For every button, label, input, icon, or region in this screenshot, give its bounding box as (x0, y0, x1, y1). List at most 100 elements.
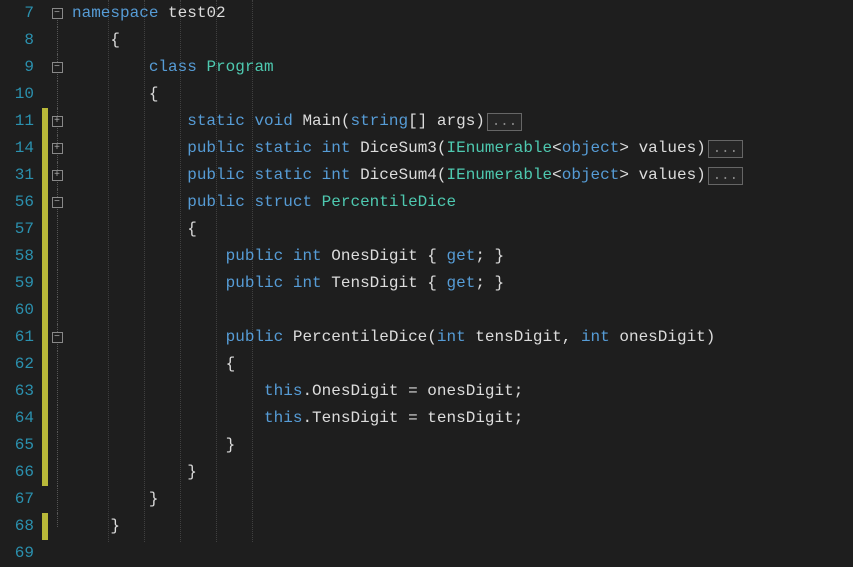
token-type: IEnumerable (447, 166, 553, 184)
line-number: 7 (0, 0, 34, 27)
line-number-column: 789101114315657585960616263646566676869 (0, 0, 42, 542)
code-line[interactable]: namespace test02 (66, 0, 853, 27)
token-punct: ) (696, 166, 706, 184)
code-content[interactable]: namespace test02 { class Program { stati… (66, 0, 853, 542)
line-number: 10 (0, 81, 34, 108)
code-line[interactable]: } (66, 459, 853, 486)
token-var: DiceSum4 (360, 166, 437, 184)
code-line[interactable]: public static int DiceSum3(IEnumerable<o… (66, 135, 853, 162)
token-punct: { (149, 85, 159, 103)
fold-cell (48, 351, 66, 378)
token-kw: get (447, 247, 476, 265)
code-line[interactable]: public int TensDigit { get; } (66, 270, 853, 297)
code-line[interactable]: { (66, 27, 853, 54)
token-punct: < (552, 166, 562, 184)
token-kw: public (187, 166, 245, 184)
code-editor[interactable]: 789101114315657585960616263646566676869 … (0, 0, 853, 542)
token-this: this (264, 409, 302, 427)
line-number: 65 (0, 432, 34, 459)
token-punct: < (552, 139, 562, 157)
token-var: values (639, 139, 697, 157)
token-punct: { (110, 31, 120, 49)
token-kw: public (226, 328, 284, 346)
fold-cell (48, 540, 66, 567)
line-number: 60 (0, 297, 34, 324)
code-line[interactable]: { (66, 216, 853, 243)
token-punct: ; } (475, 274, 504, 292)
token-punct: { (187, 220, 197, 238)
fold-cell (48, 270, 66, 297)
token-var: OnesDigit (331, 247, 417, 265)
fold-collapse-icon[interactable]: − (52, 8, 63, 19)
collapsed-region-icon[interactable]: ... (708, 140, 743, 158)
line-number: 64 (0, 405, 34, 432)
token-kw: public (187, 193, 245, 211)
token-var: Main (302, 112, 340, 130)
code-line[interactable]: this.OnesDigit = onesDigit; (66, 378, 853, 405)
token-kw: get (447, 274, 476, 292)
token-kw: int (293, 274, 322, 292)
token-kw: int (322, 139, 351, 157)
code-line[interactable]: } (66, 432, 853, 459)
line-number: 69 (0, 540, 34, 567)
fold-collapse-icon[interactable]: − (52, 62, 63, 73)
token-punct: = (408, 409, 418, 427)
line-number: 61 (0, 324, 34, 351)
code-line[interactable]: { (66, 81, 853, 108)
code-line[interactable]: this.TensDigit = tensDigit; (66, 405, 853, 432)
line-number: 63 (0, 378, 34, 405)
code-line[interactable]: public struct PercentileDice (66, 189, 853, 216)
line-number: 8 (0, 27, 34, 54)
code-line[interactable]: class Program (66, 54, 853, 81)
code-line[interactable]: } (66, 513, 853, 540)
code-line[interactable]: static void Main(string[] args)... (66, 108, 853, 135)
token-kw: public (187, 139, 245, 157)
collapsed-region-icon[interactable]: ... (708, 167, 743, 185)
token-punct: , (562, 328, 572, 346)
fold-collapse-icon[interactable]: − (52, 332, 63, 343)
token-kw: public (226, 247, 284, 265)
code-line[interactable]: } (66, 486, 853, 513)
code-line[interactable] (66, 540, 853, 567)
code-line[interactable]: public PercentileDice(int tensDigit, int… (66, 324, 853, 351)
token-punct: ) (696, 139, 706, 157)
collapsed-region-icon[interactable]: ... (487, 113, 522, 131)
fold-expand-icon[interactable]: + (52, 116, 63, 127)
line-number: 68 (0, 513, 34, 540)
code-line[interactable]: public static int DiceSum4(IEnumerable<o… (66, 162, 853, 189)
token-punct: ( (427, 328, 437, 346)
token-this: this (264, 382, 302, 400)
token-punct: . (302, 382, 312, 400)
fold-cell: − (48, 0, 66, 27)
token-var: tensDigit (427, 409, 513, 427)
fold-cell (48, 81, 66, 108)
token-kw: static (254, 166, 312, 184)
line-number: 59 (0, 270, 34, 297)
fold-cell: − (48, 189, 66, 216)
fold-cell (48, 297, 66, 324)
token-punct: ; } (475, 247, 504, 265)
token-punct: { (427, 247, 446, 265)
code-line[interactable]: public int OnesDigit { get; } (66, 243, 853, 270)
token-kw: static (187, 112, 245, 130)
fold-expand-icon[interactable]: + (52, 170, 63, 181)
token-var: DiceSum3 (360, 139, 437, 157)
token-type: Program (206, 58, 273, 76)
fold-cell (48, 243, 66, 270)
fold-collapse-icon[interactable]: − (52, 197, 63, 208)
line-number: 57 (0, 216, 34, 243)
token-var: values (639, 166, 697, 184)
token-punct: > (619, 139, 629, 157)
token-kw: namespace (72, 4, 158, 22)
fold-cell: + (48, 108, 66, 135)
token-punct: { (226, 355, 236, 373)
fold-expand-icon[interactable]: + (52, 143, 63, 154)
token-var: onesDigit (427, 382, 513, 400)
token-kw: static (254, 139, 312, 157)
code-line[interactable]: { (66, 351, 853, 378)
token-kw: string (350, 112, 408, 130)
code-line[interactable] (66, 297, 853, 324)
token-punct: [] (408, 112, 427, 130)
line-number: 56 (0, 189, 34, 216)
token-punct: ) (475, 112, 485, 130)
